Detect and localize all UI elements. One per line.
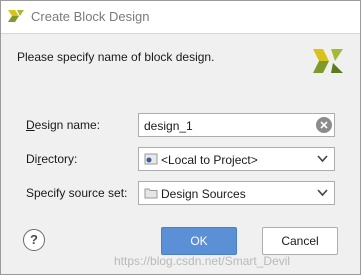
create-block-design-dialog: Create Block Design Please specify name … bbox=[0, 0, 361, 275]
vivado-logo-icon bbox=[8, 10, 24, 22]
window-title: Create Block Design bbox=[31, 9, 150, 24]
help-icon[interactable]: ? bbox=[23, 229, 45, 251]
watermark: https://blog.csdn.net/Smart_Devil bbox=[114, 254, 291, 268]
vivado-logo-icon bbox=[313, 49, 343, 73]
chevron-down-icon bbox=[317, 189, 328, 197]
design-name-input[interactable]: design_1 bbox=[138, 113, 335, 137]
source-set-value: Design Sources bbox=[161, 187, 246, 201]
cancel-button[interactable]: Cancel bbox=[262, 227, 338, 255]
prompt-text: Please specify name of block design. bbox=[17, 50, 215, 64]
chevron-down-icon bbox=[317, 155, 328, 163]
local-project-icon bbox=[144, 153, 158, 165]
ok-button[interactable]: OK bbox=[161, 227, 237, 255]
directory-label: Directory: bbox=[26, 152, 78, 166]
directory-value: <Local to Project> bbox=[161, 153, 258, 167]
design-name-label: Design name: bbox=[26, 118, 101, 132]
title-bar: Create Block Design bbox=[1, 1, 360, 33]
source-set-select[interactable]: Design Sources bbox=[138, 181, 335, 205]
design-name-value: design_1 bbox=[144, 119, 193, 133]
clear-icon[interactable] bbox=[316, 117, 332, 133]
directory-select[interactable]: <Local to Project> bbox=[138, 147, 335, 171]
source-set-label: Specify source set: bbox=[26, 186, 128, 200]
folder-icon bbox=[144, 188, 158, 199]
